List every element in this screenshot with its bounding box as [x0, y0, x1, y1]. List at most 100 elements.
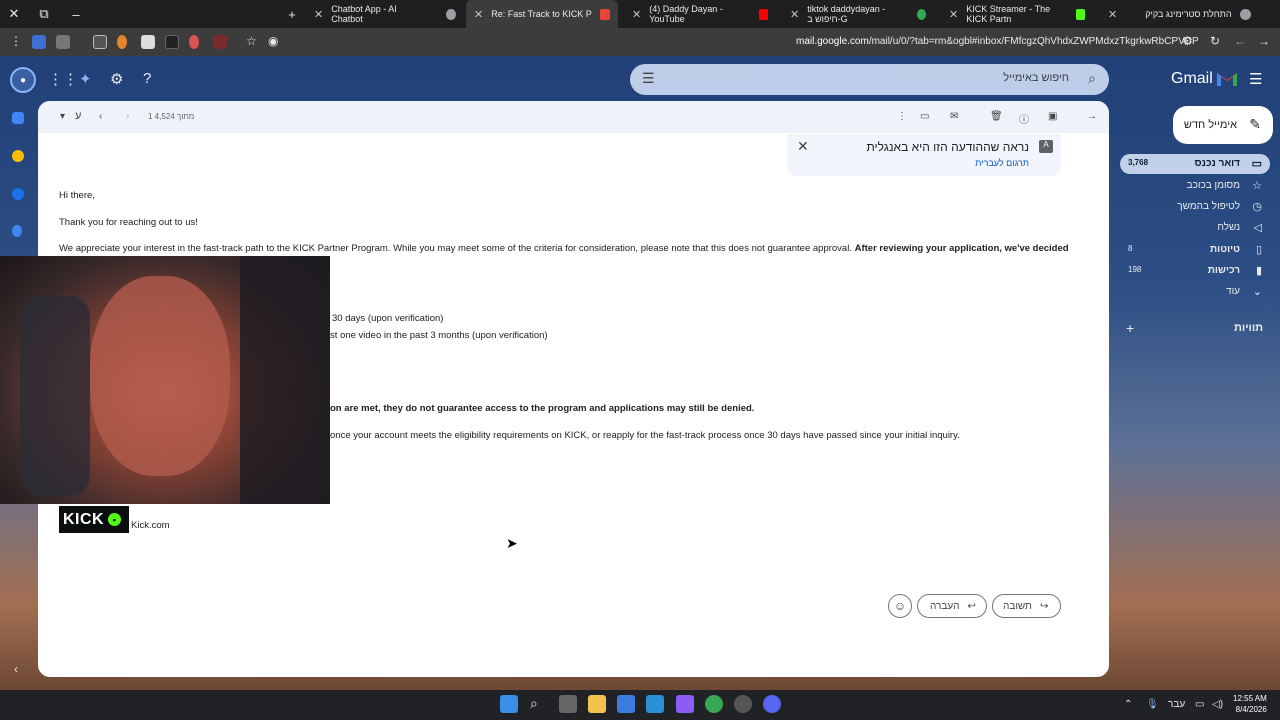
- paragraph-1: We appreciate your interest in the fast-…: [59, 243, 1069, 254]
- kick-logo: KICK ▪: [59, 506, 129, 533]
- tab-close-icon[interactable]: ✕: [1108, 8, 1117, 21]
- help-icon[interactable]: ?: [143, 70, 151, 87]
- archive-icon[interactable]: ▣: [1048, 111, 1057, 122]
- nav-inbox[interactable]: 3,768 דואר נכנס ▭: [1120, 154, 1270, 174]
- new-tab-icon[interactable]: +: [278, 0, 306, 28]
- discord-icon[interactable]: [763, 695, 781, 713]
- draft-icon: ▯: [1255, 244, 1262, 256]
- extension-icon[interactable]: [56, 35, 70, 49]
- nav-starred[interactable]: מסומן בכוכב ☆: [1120, 176, 1270, 196]
- extension-icon[interactable]: [93, 35, 107, 49]
- tab-close-icon[interactable]: ✕: [790, 8, 799, 21]
- nav-purchases[interactable]: 198 רכישות ▮: [1120, 261, 1270, 281]
- search-icon[interactable]: ⌕: [1088, 70, 1096, 87]
- bookmark-star-icon[interactable]: ☆: [246, 34, 257, 48]
- main-menu-icon[interactable]: ☰: [1249, 70, 1262, 88]
- collapse-side-panel-icon[interactable]: ‹: [14, 662, 18, 676]
- clock-icon: ◷: [1252, 201, 1262, 213]
- chevron-down-icon: ⌄: [1252, 286, 1262, 298]
- volume-icon[interactable]: ◁): [1212, 699, 1223, 710]
- task-view-icon[interactable]: [559, 695, 577, 713]
- mark-unread-icon[interactable]: ✉: [950, 111, 958, 122]
- forward-icon[interactable]: ←: [1234, 34, 1246, 48]
- google-apps-icon[interactable]: ⋮⋮: [48, 70, 78, 88]
- eye-icon[interactable]: ◉: [268, 34, 278, 48]
- emoji-react-button[interactable]: ☺: [888, 594, 912, 618]
- app-icon[interactable]: [734, 695, 752, 713]
- report-spam-icon[interactable]: ⓘ: [1019, 111, 1029, 126]
- search-bar[interactable]: ☰ חיפוש באימייל ⌕: [630, 64, 1109, 95]
- language-dropdown-icon[interactable]: ▾: [60, 111, 65, 122]
- translate-icon: A: [1039, 140, 1053, 153]
- tab-gmail[interactable]: ✕ Re: Fast Track to KICK Partner P: [466, 0, 618, 28]
- contacts-icon[interactable]: [12, 225, 22, 237]
- nav-label: עוד: [1226, 286, 1240, 297]
- start-icon[interactable]: [500, 695, 518, 713]
- more-options-icon[interactable]: ⋮: [897, 111, 907, 122]
- add-label-icon[interactable]: +: [1126, 320, 1134, 336]
- gemini-icon[interactable]: ✦: [79, 70, 92, 88]
- compose-button[interactable]: אימייל חדש ✎: [1173, 106, 1273, 144]
- move-to-icon[interactable]: ▭: [920, 111, 929, 122]
- tab-close-icon[interactable]: ✕: [314, 8, 323, 21]
- site-settings-icon[interactable]: ⚙: [1182, 34, 1193, 48]
- gmail-logo-text[interactable]: Gmail: [1171, 70, 1213, 88]
- search-icon[interactable]: ⌕: [530, 695, 538, 712]
- close-window-icon[interactable]: ✕: [0, 0, 28, 28]
- tray-overflow-icon[interactable]: ⌃: [1124, 699, 1132, 710]
- tab-search-icon[interactable]: ⧉: [30, 0, 58, 28]
- extension-icon[interactable]: [189, 35, 199, 49]
- calendar-icon[interactable]: [12, 112, 24, 124]
- kick-link[interactable]: Kick.com: [131, 520, 170, 531]
- nav-sent[interactable]: נשלח ◁: [1120, 218, 1270, 238]
- account-avatar[interactable]: ●: [10, 67, 36, 93]
- close-icon[interactable]: ✕: [797, 138, 809, 155]
- input-language[interactable]: עבר: [1168, 699, 1185, 710]
- tab-youtube[interactable]: ✕ (4) Daddy Dayan - YouTube: [624, 0, 776, 28]
- reload-icon[interactable]: ↻: [1210, 34, 1220, 48]
- extension-icon[interactable]: [117, 35, 127, 49]
- tab-close-icon[interactable]: ✕: [949, 8, 958, 21]
- older-icon[interactable]: ›: [126, 111, 129, 122]
- nav-drafts[interactable]: 8 טיוטות ▯: [1120, 240, 1270, 260]
- tab-close-icon[interactable]: ✕: [632, 8, 641, 21]
- extension-icon[interactable]: [213, 35, 227, 49]
- tab-close-icon[interactable]: ✕: [474, 8, 483, 21]
- minimize-icon[interactable]: –: [62, 0, 90, 28]
- menu-dots-icon[interactable]: ⋮: [10, 34, 22, 48]
- photos-icon[interactable]: [646, 695, 664, 713]
- nav-snoozed[interactable]: לטיפול בהמשך ◷: [1120, 197, 1270, 217]
- reply-button[interactable]: תשובה ↪: [992, 594, 1061, 618]
- store-icon[interactable]: [617, 695, 635, 713]
- chrome-icon[interactable]: [705, 695, 723, 713]
- back-to-inbox-icon[interactable]: →: [1087, 111, 1097, 122]
- file-explorer-icon[interactable]: [588, 695, 606, 713]
- tasks-icon[interactable]: [12, 188, 24, 200]
- nav-count: 198: [1128, 265, 1142, 274]
- delete-icon[interactable]: 🗑: [990, 111, 1003, 122]
- extension-icon[interactable]: [165, 35, 179, 49]
- settings-gear-icon[interactable]: ⚙: [110, 70, 123, 88]
- system-clock[interactable]: 12:55 AM 8/4/2026: [1233, 693, 1267, 715]
- tab-google-search[interactable]: ✕ tiktok daddydayan - חיפוש ב-G: [782, 0, 934, 28]
- gmail-logo-icon[interactable]: [1216, 69, 1238, 87]
- tab-chatbot[interactable]: ✕ Chatbot App - AI Chatbot: [306, 0, 464, 28]
- extension-icon[interactable]: [141, 35, 155, 49]
- translate-link[interactable]: תרגום לעברית: [975, 158, 1029, 168]
- search-options-icon[interactable]: ☰: [642, 70, 655, 87]
- search-placeholder: חיפוש באימייל: [1003, 72, 1069, 84]
- reply-label: תשובה: [1003, 600, 1032, 612]
- extension-icon[interactable]: [32, 35, 46, 49]
- keep-icon[interactable]: [12, 150, 24, 162]
- network-icon[interactable]: ▭: [1195, 699, 1204, 710]
- tab-kick-streamer[interactable]: ✕ KICK Streamer - The KICK Partn: [941, 0, 1093, 28]
- newer-icon[interactable]: ‹: [99, 111, 102, 122]
- app-icon[interactable]: [676, 695, 694, 713]
- back-icon[interactable]: →: [1258, 34, 1270, 48]
- microphone-icon[interactable]: 🎙: [1146, 699, 1159, 710]
- tab-kick-start[interactable]: ✕ התחלת סטרימינג בקיק: [1100, 0, 1260, 28]
- address-bar[interactable]: mail.google.com/mail/u/0/?tab=rm&ogbl#in…: [796, 36, 1199, 47]
- forward-button[interactable]: העברה ↩: [917, 594, 987, 618]
- language-label[interactable]: ע: [75, 110, 81, 122]
- nav-more[interactable]: עוד ⌄: [1120, 282, 1270, 302]
